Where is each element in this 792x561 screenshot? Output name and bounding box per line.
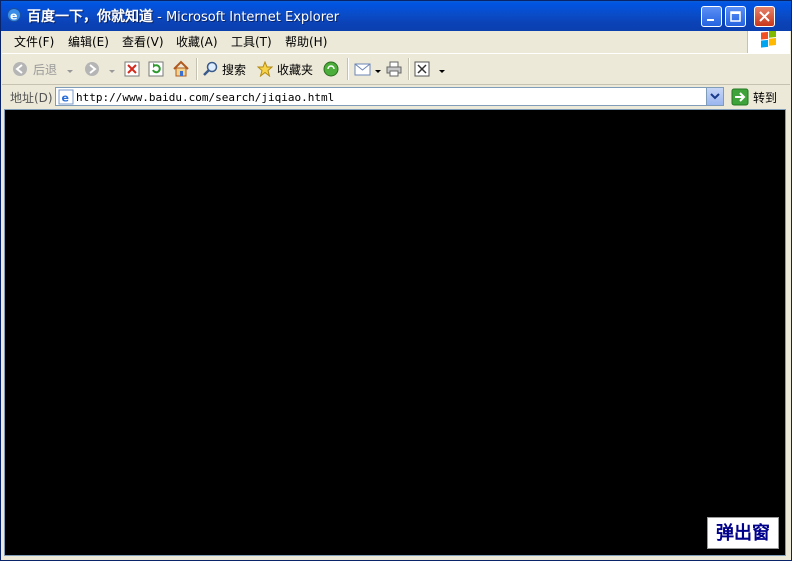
mail-dropdown-icon[interactable] [375, 70, 381, 73]
window-title: 百度一下，你就知道 - Microsoft Internet Explorer [27, 6, 339, 26]
back-dropdown-icon[interactable] [67, 70, 73, 73]
edit-icon [414, 61, 430, 77]
address-field[interactable]: e [55, 87, 724, 106]
maximize-icon [730, 11, 741, 22]
home-button[interactable] [172, 58, 192, 80]
back-label: 后退 [33, 63, 58, 77]
page-content: 弹出窗口 [4, 109, 786, 560]
popup-window-button[interactable]: 弹出窗口 [707, 517, 779, 560]
close-icon [759, 11, 770, 22]
favorites-button[interactable]: 收藏夹 [257, 58, 315, 80]
window-bottom-border [2, 556, 790, 560]
refresh-button[interactable] [148, 58, 166, 80]
media-icon [323, 61, 339, 77]
mail-button[interactable] [354, 58, 382, 80]
svg-text:e: e [10, 10, 17, 23]
favorites-label: 收藏夹 [277, 63, 314, 77]
address-bar: 地址(D) e 转到 [2, 85, 790, 109]
toolbar-separator [347, 58, 349, 80]
maximize-button[interactable] [725, 6, 746, 27]
star-icon [257, 61, 273, 77]
ie-window: e 百度一下，你就知道 - Microsoft Internet Explore… [0, 0, 792, 561]
address-label: 地址(D) [10, 91, 53, 105]
go-arrow-icon [731, 88, 749, 106]
page-icon: e [58, 89, 74, 105]
search-button[interactable]: 搜索 [202, 58, 248, 80]
svg-text:e: e [62, 92, 69, 105]
minimize-icon [707, 19, 714, 21]
windows-logo-icon [747, 30, 790, 53]
menu-edit[interactable]: 编辑(E) [68, 33, 109, 50]
menu-tools[interactable]: 工具(T) [231, 33, 272, 50]
menu-favorites[interactable]: 收藏(A) [176, 33, 218, 50]
media-button[interactable] [323, 58, 343, 80]
menu-file[interactable]: 文件(F) [14, 33, 54, 50]
standard-toolbar: 后退 搜索 收藏夹 [2, 54, 790, 85]
home-icon [173, 60, 189, 77]
toolbar-separator [408, 58, 410, 80]
menu-help[interactable]: 帮助(H) [285, 33, 327, 50]
address-dropdown-button[interactable] [706, 88, 723, 105]
stop-icon [124, 61, 140, 77]
menu-bar: 文件(F) 编辑(E) 查看(V) 收藏(A) 工具(T) 帮助(H) [2, 30, 790, 54]
forward-arrow-icon [85, 62, 99, 76]
internet-explorer-icon: e [7, 8, 21, 23]
back-arrow-icon [13, 62, 27, 76]
edit-button[interactable] [414, 58, 448, 80]
window-title-main: 百度一下，你就知道 [27, 9, 153, 25]
chevron-down-icon [710, 93, 720, 100]
address-input[interactable] [76, 90, 696, 104]
search-icon [203, 61, 218, 76]
toolbar-separator [196, 58, 198, 80]
refresh-icon [148, 61, 164, 77]
print-button[interactable] [386, 58, 406, 80]
search-label: 搜索 [222, 63, 247, 77]
go-button[interactable]: 转到 [729, 87, 785, 107]
forward-button[interactable] [84, 58, 118, 80]
back-button[interactable]: 后退 [12, 58, 74, 80]
edit-dropdown-icon[interactable] [439, 70, 445, 73]
title-bar[interactable]: e 百度一下，你就知道 - Microsoft Internet Explore… [1, 1, 791, 31]
go-label: 转到 [753, 91, 778, 105]
window-title-suffix: - Microsoft Internet Explorer [153, 10, 340, 25]
print-icon [386, 61, 402, 77]
forward-dropdown-icon[interactable] [109, 70, 115, 73]
stop-button[interactable] [124, 58, 142, 80]
mail-icon [354, 63, 371, 76]
minimize-button[interactable] [701, 6, 722, 27]
menu-view[interactable]: 查看(V) [122, 33, 164, 50]
close-button[interactable] [754, 6, 775, 27]
